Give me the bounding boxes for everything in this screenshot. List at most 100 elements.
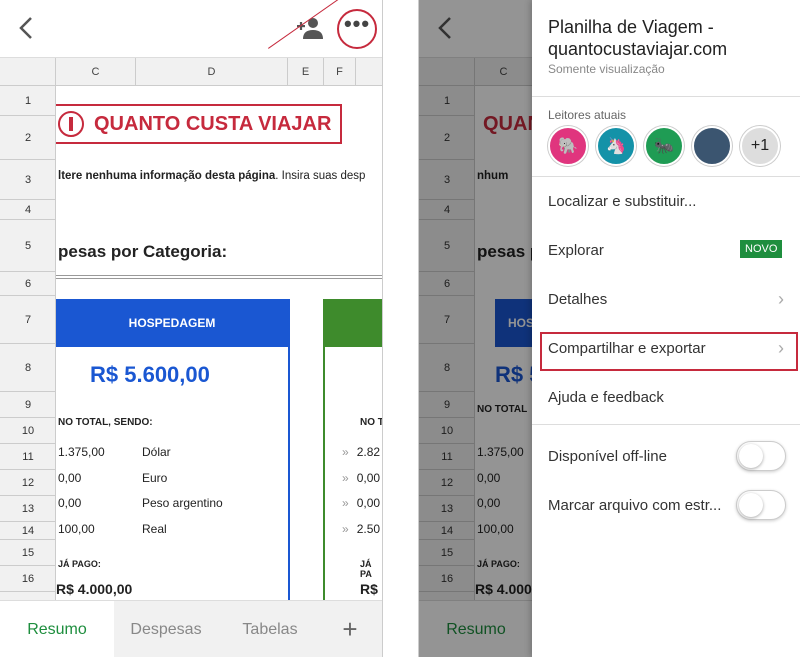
- sheet-tabs: Resumo Despesas Tabelas +: [0, 600, 382, 657]
- row-number[interactable]: 10: [0, 418, 56, 444]
- toggle-knob: [739, 493, 763, 517]
- column-f[interactable]: F: [324, 58, 356, 86]
- hospedagem-card: HOSPEDAGEM R$ 5.600,00 NO TOTAL, SENDO: …: [56, 299, 290, 606]
- dim-overlay[interactable]: [419, 0, 533, 657]
- menu-offline: Disponível off-line: [548, 448, 667, 465]
- right-screen: C 1 2 3 4 5 6 7 8 9 10 11 12 13 14 15 16 QUAN nhum pesa…: [418, 0, 800, 657]
- card-amount: R$ 5.600,00: [90, 362, 210, 387]
- readers-label: Leitores atuais: [548, 108, 627, 122]
- animal-icon: 🐜: [654, 138, 674, 155]
- tab-resumo[interactable]: Resumo: [0, 601, 114, 657]
- currency-name: Real: [142, 522, 167, 536]
- row-number[interactable]: 4: [0, 200, 56, 220]
- unicorn-icon: 🦄: [606, 138, 626, 155]
- row-number[interactable]: 5: [0, 220, 56, 272]
- currency-name: Peso argentino: [142, 496, 223, 510]
- more-options-button[interactable]: •••: [337, 9, 377, 49]
- second-card-row: » 0,00: [342, 471, 380, 485]
- paid-amount: R$ 4.000,00: [56, 581, 133, 597]
- back-icon[interactable]: [14, 14, 38, 42]
- tab-tabelas[interactable]: Tabelas: [218, 601, 322, 657]
- column-d[interactable]: D: [136, 58, 288, 86]
- second-card-subtitle: NO T: [360, 417, 383, 428]
- second-card-row: » 0,00: [342, 496, 380, 510]
- tab-despesas[interactable]: Despesas: [114, 601, 218, 657]
- column-e[interactable]: E: [288, 58, 324, 86]
- chevron-right-icon: ›: [778, 338, 784, 358]
- currency-value: 100,00: [58, 522, 95, 536]
- document-permission: Somente visualização: [548, 62, 665, 76]
- row-number[interactable]: 8: [0, 344, 56, 392]
- second-paid-label: JÁ PA: [360, 559, 372, 579]
- row-header: 1 2 3 4 5 6 7 8 9 10 11 12 13 14 15 16: [0, 86, 56, 606]
- currency-value: 0,00: [58, 496, 82, 510]
- arrow-icon: »: [342, 445, 349, 459]
- currency-value: 1.375,00: [58, 445, 105, 459]
- second-card-value: 2.50: [356, 522, 381, 536]
- instruction-text: ltere nenhuma informação desta página. I…: [58, 170, 365, 182]
- currency-value: 0,00: [58, 471, 82, 485]
- avatar-unicorn[interactable]: 🦄: [596, 126, 636, 166]
- row-number[interactable]: 13: [0, 496, 56, 522]
- instruction-rest: . Insira suas desp: [275, 170, 366, 182]
- arrow-icon: »: [342, 471, 349, 485]
- second-card-header: [325, 299, 382, 347]
- menu-share-export[interactable]: Compartilhar e exportar: [548, 340, 706, 357]
- second-card-value: 0,00: [356, 471, 381, 485]
- menu-explore[interactable]: Explorar: [548, 242, 604, 259]
- menu-find-replace[interactable]: Localizar e substituir...: [548, 193, 696, 210]
- column-c[interactable]: C: [56, 58, 136, 86]
- chevron-right-icon: ›: [778, 289, 784, 309]
- row-number[interactable]: 9: [0, 392, 56, 418]
- avatar-photo[interactable]: [692, 126, 732, 166]
- overflow-menu-panel: Planilha de Viagem - quantocustaviajar.c…: [532, 0, 800, 657]
- row-number[interactable]: 12: [0, 470, 56, 496]
- second-paid-amount: R$: [360, 581, 378, 597]
- divider: [532, 96, 800, 97]
- second-card-value: 2.82: [356, 445, 381, 459]
- divider: [532, 176, 800, 177]
- document-title: Planilha de Viagem - quantocustaviajar.c…: [548, 17, 728, 59]
- arrow-icon: »: [342, 522, 349, 536]
- menu-star: Marcar arquivo com estr...: [548, 497, 722, 514]
- spreadsheet-area[interactable]: QUANTO CUSTA VIAJAR ltere nenhuma inform…: [56, 86, 383, 606]
- second-card-row: » 2.82: [342, 445, 380, 459]
- logo-mark-icon: [58, 111, 84, 137]
- menu-help-feedback[interactable]: Ajuda e feedback: [548, 389, 664, 406]
- logo-text: QUANTO CUSTA VIAJAR: [94, 112, 332, 135]
- avatar-more[interactable]: +1: [740, 126, 780, 166]
- divider: [532, 424, 800, 425]
- divider: [56, 275, 382, 279]
- offline-toggle[interactable]: [736, 441, 786, 471]
- instruction-bold: ltere nenhuma informação desta página: [58, 170, 276, 182]
- card-subtitle: NO TOTAL, SENDO:: [58, 417, 153, 428]
- row-number[interactable]: 3: [0, 160, 56, 200]
- new-badge: NOVO: [740, 240, 783, 258]
- paid-label: JÁ PAGO:: [58, 559, 101, 569]
- arrow-icon: »: [342, 496, 349, 510]
- row-number[interactable]: 2: [0, 116, 56, 160]
- row-number[interactable]: 7: [0, 296, 56, 344]
- row-number[interactable]: 11: [0, 444, 56, 470]
- section-heading: pesas por Categoria:: [58, 242, 228, 261]
- column-header: C D E F: [0, 58, 382, 86]
- elephant-icon: 🐘: [558, 138, 578, 155]
- menu-details[interactable]: Detalhes: [548, 291, 607, 308]
- logo: QUANTO CUSTA VIAJAR: [56, 104, 342, 144]
- row-number[interactable]: 15: [0, 540, 56, 566]
- toggle-knob: [739, 444, 763, 468]
- star-toggle[interactable]: [736, 490, 786, 520]
- row-number[interactable]: 16: [0, 566, 56, 592]
- card-title: HOSPEDAGEM: [56, 299, 288, 347]
- avatar-animal[interactable]: 🐜: [644, 126, 684, 166]
- second-card-value: 0,00: [356, 496, 381, 510]
- row-number[interactable]: 1: [0, 86, 56, 116]
- add-sheet-icon[interactable]: +: [335, 615, 365, 645]
- more-dots-icon: •••: [343, 11, 371, 36]
- row-number[interactable]: 14: [0, 522, 56, 540]
- left-screen: ••• C D E F 1 2 3 4 5 6 7 8 9 10 11 12 13 14 15 16 QUAN…: [0, 0, 383, 657]
- row-number[interactable]: 6: [0, 272, 56, 296]
- corner-cell[interactable]: [0, 58, 56, 86]
- currency-name: Dólar: [142, 445, 171, 459]
- avatar-elephant[interactable]: 🐘: [548, 126, 588, 166]
